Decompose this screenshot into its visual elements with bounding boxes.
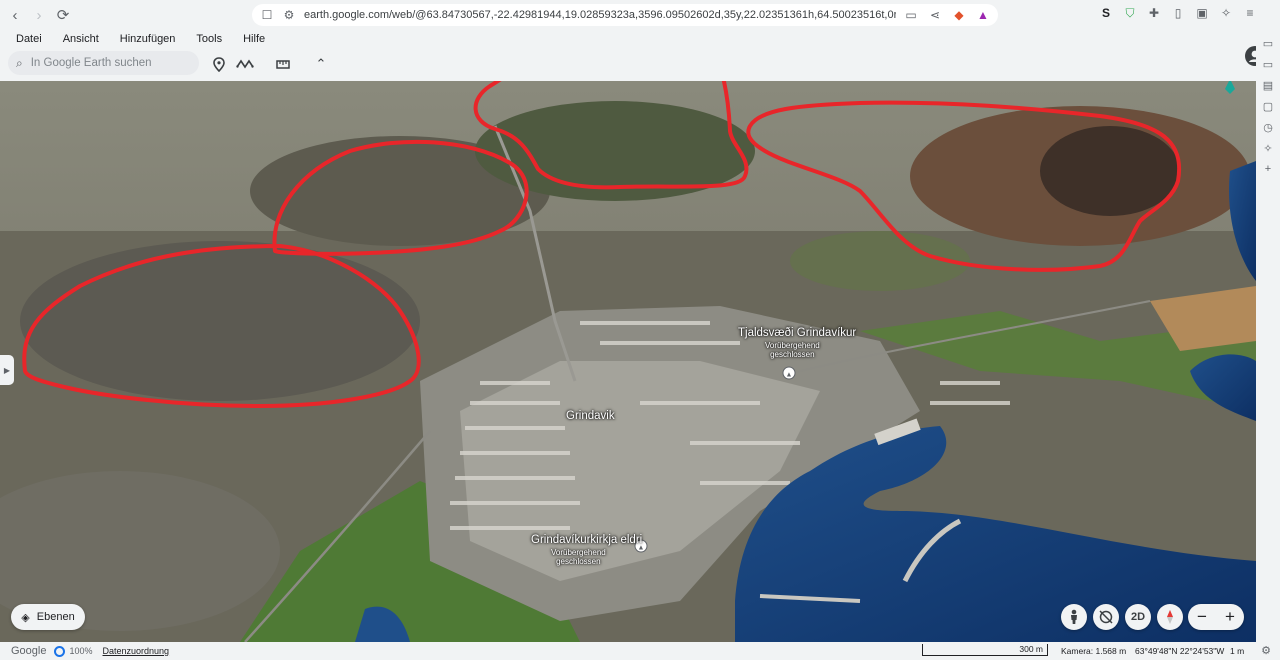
extension-shield-icon[interactable]: ⛉	[1122, 5, 1138, 21]
scale-bar: 300 m	[922, 644, 1048, 656]
bookmark-icon[interactable]: ☐	[260, 8, 274, 22]
compass-off-icon	[1099, 610, 1113, 624]
leo-ai-icon[interactable]: ✧	[1218, 5, 1234, 21]
loading-indicator-icon	[54, 645, 66, 657]
pool-status-line-2: geschlossen	[770, 350, 815, 359]
add-panel-icon[interactable]: +	[1261, 162, 1275, 176]
browser-side-panel: ▭ ▭ ▤ ▢ ◷ ✧ +	[1256, 30, 1280, 660]
address-bar[interactable]: ☐ ⚙ earth.google.com/web/@63.84730567,-2…	[252, 4, 998, 26]
sidebar-toggle-icon[interactable]: ▯	[1170, 5, 1186, 21]
earth-toolbar: ⌕ ⌃	[0, 48, 1256, 81]
search-icon: ⌕	[16, 55, 23, 70]
layers-icon: ◈	[21, 611, 30, 624]
zoom-control: − +	[1188, 604, 1244, 630]
browser-toolbar: ‹ › ⟳ ☐ ⚙ earth.google.com/web/@63.84730…	[0, 0, 1280, 30]
pool-status-line-1: Vorübergehend	[765, 341, 820, 350]
menu-datei[interactable]: Datei	[16, 33, 42, 45]
svg-text:▲: ▲	[786, 372, 793, 379]
attribution-link[interactable]: Datenzuordnung	[103, 646, 170, 656]
reload-icon[interactable]: ⟳	[52, 4, 74, 26]
menu-tools[interactable]: Tools	[196, 33, 222, 45]
draw-path-icon[interactable]	[235, 54, 255, 74]
reading-list-icon[interactable]: ▤	[1261, 78, 1275, 92]
share-icon[interactable]: ⋖	[928, 8, 942, 22]
collapse-toolbar-icon[interactable]: ⌃	[311, 54, 331, 74]
town-label[interactable]: Grindavik	[566, 410, 615, 422]
earth-map-view[interactable]: ▲ ▲ Grindavik Tjaldsvæði Grindavíkur Vor…	[0, 81, 1256, 642]
church-status-label: Vorübergehend geschlossen	[551, 548, 606, 566]
ground-altitude: 1 m	[1230, 646, 1245, 656]
status-bar: Google 100% Datenzuordnung 300 m Kamera:…	[0, 642, 1256, 660]
extensions-puzzle-icon[interactable]: ✚	[1146, 5, 1162, 21]
layers-button[interactable]: ◈ Ebenen	[11, 604, 85, 630]
zoom-out-button[interactable]: −	[1197, 607, 1207, 627]
reset-tilt-button[interactable]	[1093, 604, 1119, 630]
pegman-button[interactable]	[1061, 604, 1087, 630]
satellite-imagery: ▲ ▲	[0, 81, 1256, 642]
compass-icon	[1167, 610, 1173, 624]
forward-button[interactable]: ›	[28, 4, 50, 26]
expand-panel-button[interactable]: ▶	[0, 355, 14, 385]
pool-label[interactable]: Tjaldsvæði Grindavíkur	[738, 327, 856, 339]
menu-hinzufuegen[interactable]: Hinzufügen	[120, 33, 176, 45]
church-label[interactable]: Grindavíkurkirkja eldri	[531, 534, 642, 546]
pegman-icon	[1071, 609, 1077, 624]
cast-icon[interactable]: ▭	[904, 8, 918, 22]
leo-panel-icon[interactable]: ✧	[1261, 141, 1275, 155]
back-button[interactable]: ‹	[4, 4, 26, 26]
url-text[interactable]: earth.google.com/web/@63.84730567,-22.42…	[304, 9, 896, 21]
app-menu-bar: Datei Ansicht Hinzufügen Tools Hilfe	[0, 30, 1256, 48]
camera-altitude: Kamera: 1.568 m	[1061, 646, 1127, 656]
pool-status-label: Vorübergehend geschlossen	[765, 341, 820, 359]
bookmarks-panel-icon[interactable]: ▢	[1261, 99, 1275, 113]
google-logo: Google	[11, 645, 47, 657]
search-box[interactable]: ⌕	[8, 51, 199, 75]
wallet-icon[interactable]: ▣	[1194, 5, 1210, 21]
zoom-in-button[interactable]: +	[1225, 607, 1235, 627]
placemark-icon[interactable]	[209, 54, 229, 74]
coordinates: 63°49'48"N 22°24'53"W	[1135, 646, 1225, 656]
layers-label: Ebenen	[36, 611, 75, 623]
church-status-line-2: geschlossen	[556, 557, 601, 566]
tab-icon[interactable]: ▭	[1261, 36, 1275, 50]
site-info-icon[interactable]: ⚙	[282, 8, 296, 22]
church-status-line-1: Vorübergehend	[551, 548, 606, 557]
view-2d-button[interactable]: 2D	[1125, 604, 1151, 630]
menu-hilfe[interactable]: Hilfe	[243, 33, 265, 45]
history-panel-icon[interactable]: ◷	[1261, 120, 1275, 134]
compass-button[interactable]	[1157, 604, 1183, 630]
menu-ansicht[interactable]: Ansicht	[63, 33, 99, 45]
ruler-icon[interactable]	[273, 54, 293, 74]
brave-rewards-icon[interactable]: ▲	[976, 8, 990, 22]
search-input[interactable]	[30, 57, 181, 69]
extension-s-icon[interactable]: S	[1098, 5, 1114, 21]
wallet-panel-icon[interactable]: ▭	[1261, 57, 1275, 71]
menu-icon[interactable]: ≡	[1242, 5, 1258, 21]
brave-shield-icon[interactable]: ◆	[952, 8, 966, 22]
settings-gear-icon[interactable]: ⚙	[1261, 644, 1271, 657]
zoom-level: 100%	[69, 646, 93, 656]
